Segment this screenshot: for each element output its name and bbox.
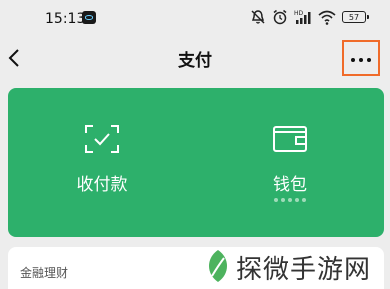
more-options-button[interactable] [342, 40, 380, 76]
app-notification-icon [82, 11, 96, 24]
svg-text:HD: HD [294, 10, 304, 17]
hd-signal-icon: HD [294, 10, 311, 24]
watermark-leaf-logo [209, 250, 227, 282]
alarm-icon [273, 9, 287, 25]
watermark-text: 探微手游网 [236, 255, 372, 285]
receive-payment-button[interactable]: 收付款 [8, 88, 196, 237]
battery-icon: 57 [342, 11, 369, 23]
status-icons: HD 57 [250, 9, 369, 25]
more-dot-icon [367, 58, 371, 62]
more-dot-icon [351, 58, 355, 62]
receive-payment-label: 收付款 [76, 175, 128, 195]
wallet-label: 钱包 [273, 175, 307, 195]
more-dot-icon [359, 58, 363, 62]
wifi-icon [318, 10, 336, 25]
nav-bar: 支付 [0, 36, 390, 82]
mute-icon [251, 10, 265, 24]
wallet-button[interactable]: 钱包 [196, 88, 384, 237]
wallet-icon [273, 126, 307, 152]
finance-section-label: 金融理财 [20, 266, 69, 280]
scan-pay-icon [85, 125, 119, 153]
wallet-card: 收付款 钱包 [8, 88, 384, 237]
page-indicator [274, 198, 306, 202]
status-bar: 15:13 HD 57 [0, 0, 390, 36]
page-title: 支付 [178, 51, 212, 71]
status-time: 15:13 [45, 11, 86, 27]
watermark: 探微手游网 [200, 242, 390, 289]
